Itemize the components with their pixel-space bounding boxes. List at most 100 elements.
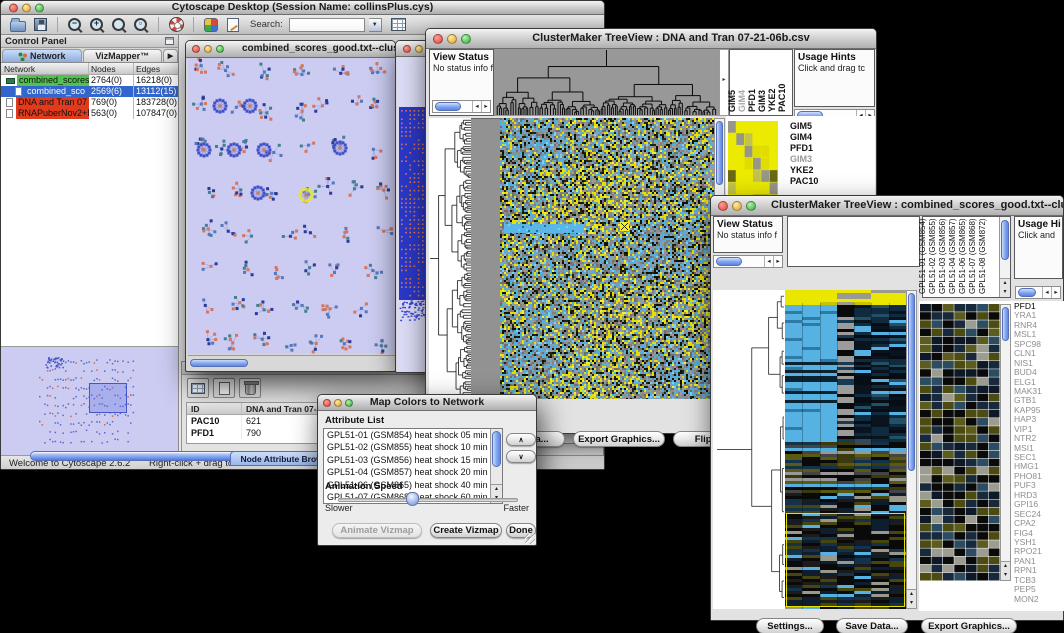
select-attributes-button[interactable] [187, 378, 209, 398]
minimize-icon[interactable] [204, 45, 212, 53]
search-dropdown-button[interactable]: ▼ [369, 18, 382, 32]
zoom-window-icon[interactable] [461, 34, 471, 44]
scroll-up-button[interactable]: ▴ [1001, 562, 1010, 571]
heatmap[interactable] [785, 290, 906, 609]
treeview2-titlebar[interactable]: ClusterMaker TreeView : combined_scores_… [711, 196, 1063, 216]
network-window-titlebar[interactable]: combined_scores_good.txt--cluste... [186, 41, 395, 58]
new-attribute-button[interactable] [213, 378, 235, 398]
zoom-window-icon[interactable] [746, 201, 756, 211]
attribute-browser-button[interactable] [390, 16, 408, 33]
scroll-down-button[interactable]: ▾ [1001, 571, 1010, 580]
zoom-fit-button[interactable] [110, 16, 128, 33]
close-icon[interactable] [323, 399, 331, 407]
scroll-thumb[interactable] [908, 293, 915, 471]
settings-button[interactable]: Settings... [756, 618, 824, 633]
tab-overflow-button[interactable]: ▶ [163, 49, 178, 62]
zoom-in-button[interactable]: + [88, 16, 106, 33]
zoom-selected-button[interactable]: ▫ [132, 16, 150, 33]
scroll-right-button[interactable]: ▸ [773, 256, 782, 267]
scroll-down-button[interactable]: ▾ [907, 599, 916, 608]
close-icon[interactable] [718, 201, 728, 211]
slider-thumb[interactable] [716, 257, 742, 266]
export-graphics-button[interactable]: Export Graphics... [921, 618, 1017, 633]
list-scrollbar[interactable]: ▴▾ [490, 429, 502, 503]
scroll-thumb[interactable] [1002, 307, 1009, 341]
main-titlebar[interactable]: Cytoscape Desktop (Session Name: collins… [1, 1, 604, 15]
scroll-right-button[interactable]: ▸ [481, 101, 490, 112]
close-icon[interactable] [433, 34, 443, 44]
column-header[interactable]: Edges [134, 63, 178, 74]
row-dendrogram[interactable] [713, 290, 785, 609]
minimize-icon[interactable] [447, 34, 457, 44]
network-canvas[interactable] [188, 58, 395, 354]
float-panel-icon[interactable] [165, 37, 174, 45]
animate-vizmap-button[interactable]: Animate Vizmap [332, 523, 422, 538]
annotation-button[interactable] [224, 16, 242, 33]
vizmapper-button[interactable] [202, 16, 220, 33]
speed-slider-track[interactable] [338, 498, 518, 502]
scroll-up-button[interactable]: ▴ [1000, 279, 1010, 288]
scroll-right-button[interactable]: ▸ [1051, 287, 1060, 298]
attribute-list-item[interactable]: GPL51-03 (GSM856) heat shock 15 min [324, 454, 502, 466]
scroll-down-button[interactable]: ▾ [1000, 288, 1010, 297]
scroll-left-button[interactable]: ◂ [764, 256, 773, 267]
vertical-scrollbar[interactable]: ▴▾ [906, 290, 917, 609]
close-icon[interactable] [9, 3, 18, 12]
dialog-titlebar[interactable]: Map Colors to Network [318, 395, 536, 411]
scroll-thumb[interactable] [492, 431, 501, 467]
zoom-slider[interactable]: ◂▸ [713, 255, 783, 268]
minimize-icon[interactable] [415, 45, 423, 53]
export-graphics-button[interactable]: Export Graphics... [573, 431, 665, 447]
zoom-slider[interactable]: ◂▸ [432, 100, 491, 113]
vertical-scrollbar[interactable]: ▴▾ [1000, 304, 1011, 581]
zoom-heatmap[interactable] [920, 304, 1000, 581]
column-header[interactable]: Network [1, 63, 89, 74]
open-file-button[interactable] [9, 16, 27, 33]
move-down-button[interactable]: ∨ [506, 450, 536, 463]
scroll-thumb[interactable] [716, 121, 723, 185]
save-button[interactable] [31, 16, 49, 33]
close-icon[interactable] [403, 45, 411, 53]
zoom-out-button[interactable]: − [66, 16, 84, 33]
close-icon[interactable] [192, 45, 200, 53]
minimize-icon[interactable] [334, 399, 342, 407]
attribute-list-item[interactable]: GPL51-02 (GSM855) heat shock 10 min [324, 441, 502, 453]
birdseye-view[interactable] [1, 347, 178, 455]
resize-grip[interactable] [525, 534, 535, 544]
network-row[interactable]: combined_sco2569(6)13112(15) [1, 86, 178, 97]
row-dendrogram[interactable] [429, 118, 471, 399]
column-header[interactable]: Nodes [89, 63, 134, 74]
birdseye-canvas[interactable] [3, 349, 175, 453]
scroll-left-button[interactable]: ◂ [472, 101, 481, 112]
zoom-window-icon[interactable] [216, 45, 224, 53]
vertical-scrollbar[interactable]: ▴▾ [999, 217, 1010, 297]
heatmap[interactable] [500, 118, 714, 399]
minimize-icon[interactable] [732, 201, 742, 211]
zoom-window-icon[interactable] [345, 399, 353, 407]
create-vizmap-button[interactable]: Create Vizmap [430, 523, 502, 538]
delete-attribute-button[interactable] [239, 378, 261, 398]
slider-thumb[interactable] [435, 102, 461, 111]
network-row[interactable]: RNAPuberNov2+I563(0)107847(0) [1, 108, 178, 119]
attribute-list-item[interactable]: GPL51-01 (GSM854) heat shock 05 min [324, 429, 502, 441]
network-row[interactable]: DNA and Tran 07769(0)183728(0) [1, 97, 178, 108]
scroll-up-button[interactable]: ▴ [491, 485, 502, 494]
scroll-thumb[interactable] [1001, 220, 1009, 260]
scroll-up-button[interactable]: ▴ [907, 590, 916, 599]
column-dendrogram[interactable] [494, 49, 719, 116]
horizontal-scroll-thumb[interactable] [190, 359, 248, 367]
scroll-left-button[interactable]: ◂ [1042, 287, 1051, 298]
tab-vizmapper[interactable]: VizMapper™ [83, 49, 163, 62]
speed-slider-thumb[interactable] [406, 492, 419, 506]
help-button[interactable] [167, 16, 185, 33]
treeview1-titlebar[interactable]: ClusterMaker TreeView : DNA and Tran 07-… [426, 29, 876, 49]
zoom-window-icon[interactable] [35, 3, 44, 12]
minimize-icon[interactable] [22, 3, 31, 12]
column-header[interactable]: ID [187, 403, 242, 414]
tab-network[interactable]: Network [2, 49, 82, 62]
save-data-button[interactable]: Save Data... [836, 618, 908, 633]
attribute-list-item[interactable]: GPL51-04 (GSM857) heat shock 20 min [324, 466, 502, 478]
search-input[interactable] [289, 18, 365, 32]
slider-thumb[interactable] [1018, 288, 1036, 297]
zoom-slider[interactable]: ◂▸ [1015, 286, 1061, 299]
